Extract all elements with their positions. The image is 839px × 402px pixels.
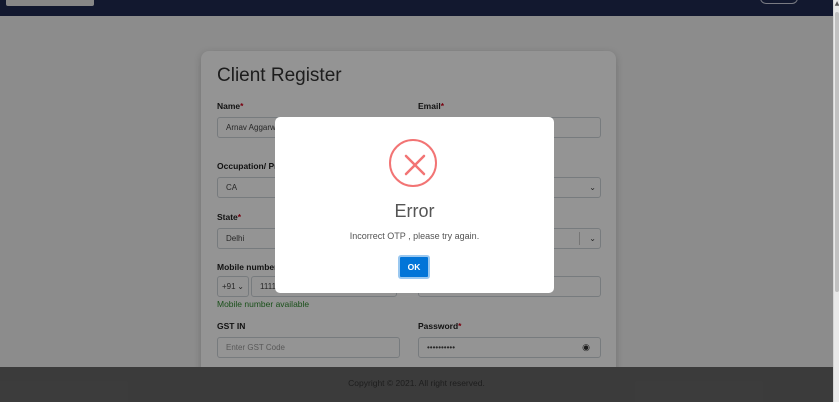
error-x-icon xyxy=(389,139,437,187)
ok-button[interactable]: OK xyxy=(398,255,430,279)
scroll-up-icon[interactable]: ▲ xyxy=(834,0,839,8)
scrollbar-thumb[interactable] xyxy=(835,12,839,292)
error-dialog: Error Incorrect OTP , please try again. … xyxy=(275,117,554,293)
scrollbar[interactable]: ▲ xyxy=(833,0,839,402)
dialog-title: Error xyxy=(394,201,435,221)
dialog-message: Incorrect OTP , please try again. xyxy=(349,231,480,241)
